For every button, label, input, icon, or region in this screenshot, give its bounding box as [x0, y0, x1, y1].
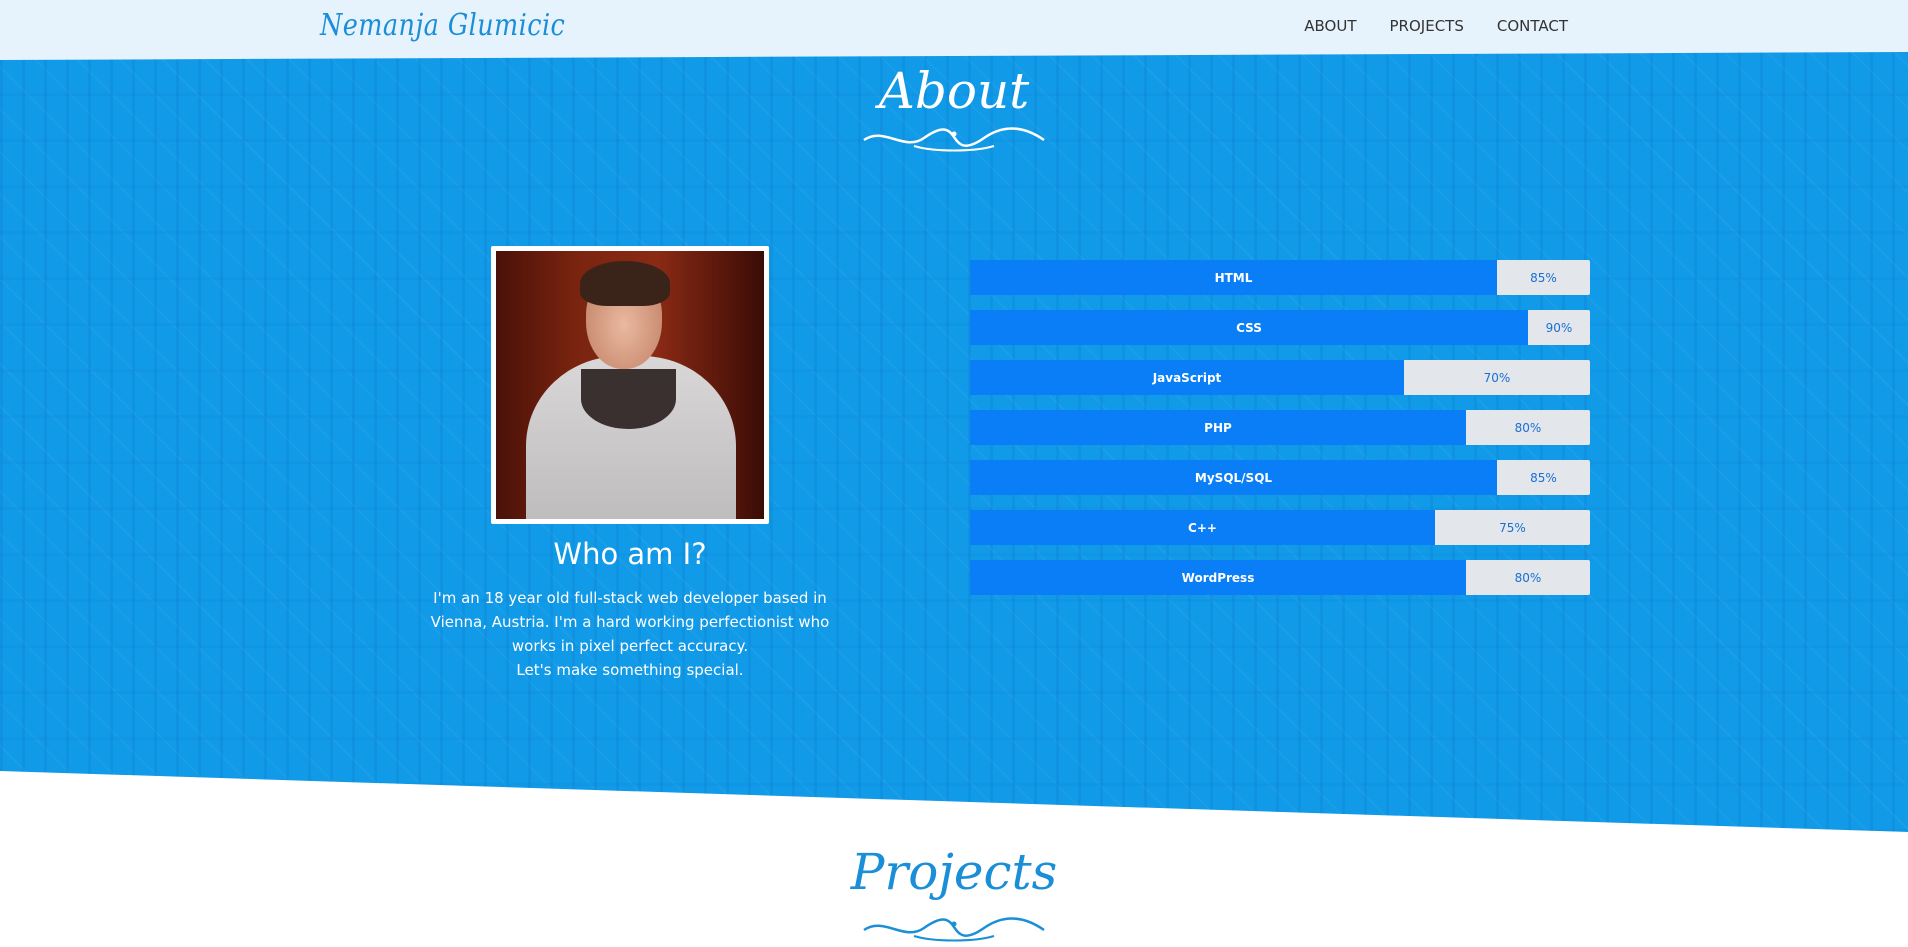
skill-fill: HTML [970, 260, 1497, 295]
skill-fill: WordPress [970, 560, 1466, 595]
nav-about-link[interactable]: ABOUT [1304, 17, 1356, 35]
profile-photo [496, 251, 764, 519]
skill-percent: 85% [1530, 470, 1557, 485]
skill-bar: MySQL/SQL 85% [970, 460, 1590, 495]
site-header [0, 0, 1908, 60]
bio-line: I'm an 18 year old full-stack web develo… [433, 589, 827, 607]
skill-bar: WordPress 80% [970, 560, 1590, 595]
skill-percent: 90% [1545, 320, 1573, 335]
projects-title: Projects [850, 843, 1058, 901]
flourish-icon [863, 917, 1045, 942]
skill-fill: PHP [970, 410, 1466, 445]
skill-percent: 80% [1514, 570, 1542, 585]
skills-list: HTML 85% CSS 90% JavaScript 70% PHP 80% … [970, 260, 1590, 610]
hoodie-collar [581, 369, 676, 429]
skill-bar: C++ 75% [970, 510, 1590, 545]
bio-line: Vienna, Austria. I'm a hard working perf… [430, 613, 830, 631]
hair [580, 261, 670, 306]
skill-bar: HTML 85% [970, 260, 1590, 295]
nav-contact-link[interactable]: CONTACT [1497, 17, 1568, 35]
bio-line: Let's make something special. [516, 661, 744, 679]
skill-fill: C++ [970, 510, 1435, 545]
skill-bar: PHP 80% [970, 410, 1590, 445]
about-title: About [878, 62, 1030, 120]
bio-text: I'm an 18 year old full-stack web develo… [425, 586, 835, 682]
about-section [0, 52, 1908, 832]
skill-fill: MySQL/SQL [970, 460, 1497, 495]
nav-projects-link[interactable]: PROJECTS [1390, 17, 1464, 35]
brand-logo[interactable]: Nemanja Glumicic [320, 8, 565, 43]
skill-bar: CSS 90% [970, 310, 1590, 345]
main-nav: ABOUT PROJECTS CONTACT [1304, 17, 1568, 35]
skill-percent: 80% [1514, 420, 1542, 435]
skill-percent: 75% [1499, 520, 1526, 535]
profile-photo-frame [491, 246, 769, 524]
skill-percent: 85% [1530, 270, 1557, 285]
who-am-i-heading: Who am I? [553, 537, 707, 571]
skill-fill: CSS [970, 310, 1528, 345]
flourish-icon [863, 127, 1045, 152]
skill-percent: 70% [1483, 370, 1511, 385]
skill-fill: JavaScript [970, 360, 1404, 395]
bio-line: works in pixel perfect accuracy. [511, 637, 749, 655]
skill-bar: JavaScript 70% [970, 360, 1590, 395]
